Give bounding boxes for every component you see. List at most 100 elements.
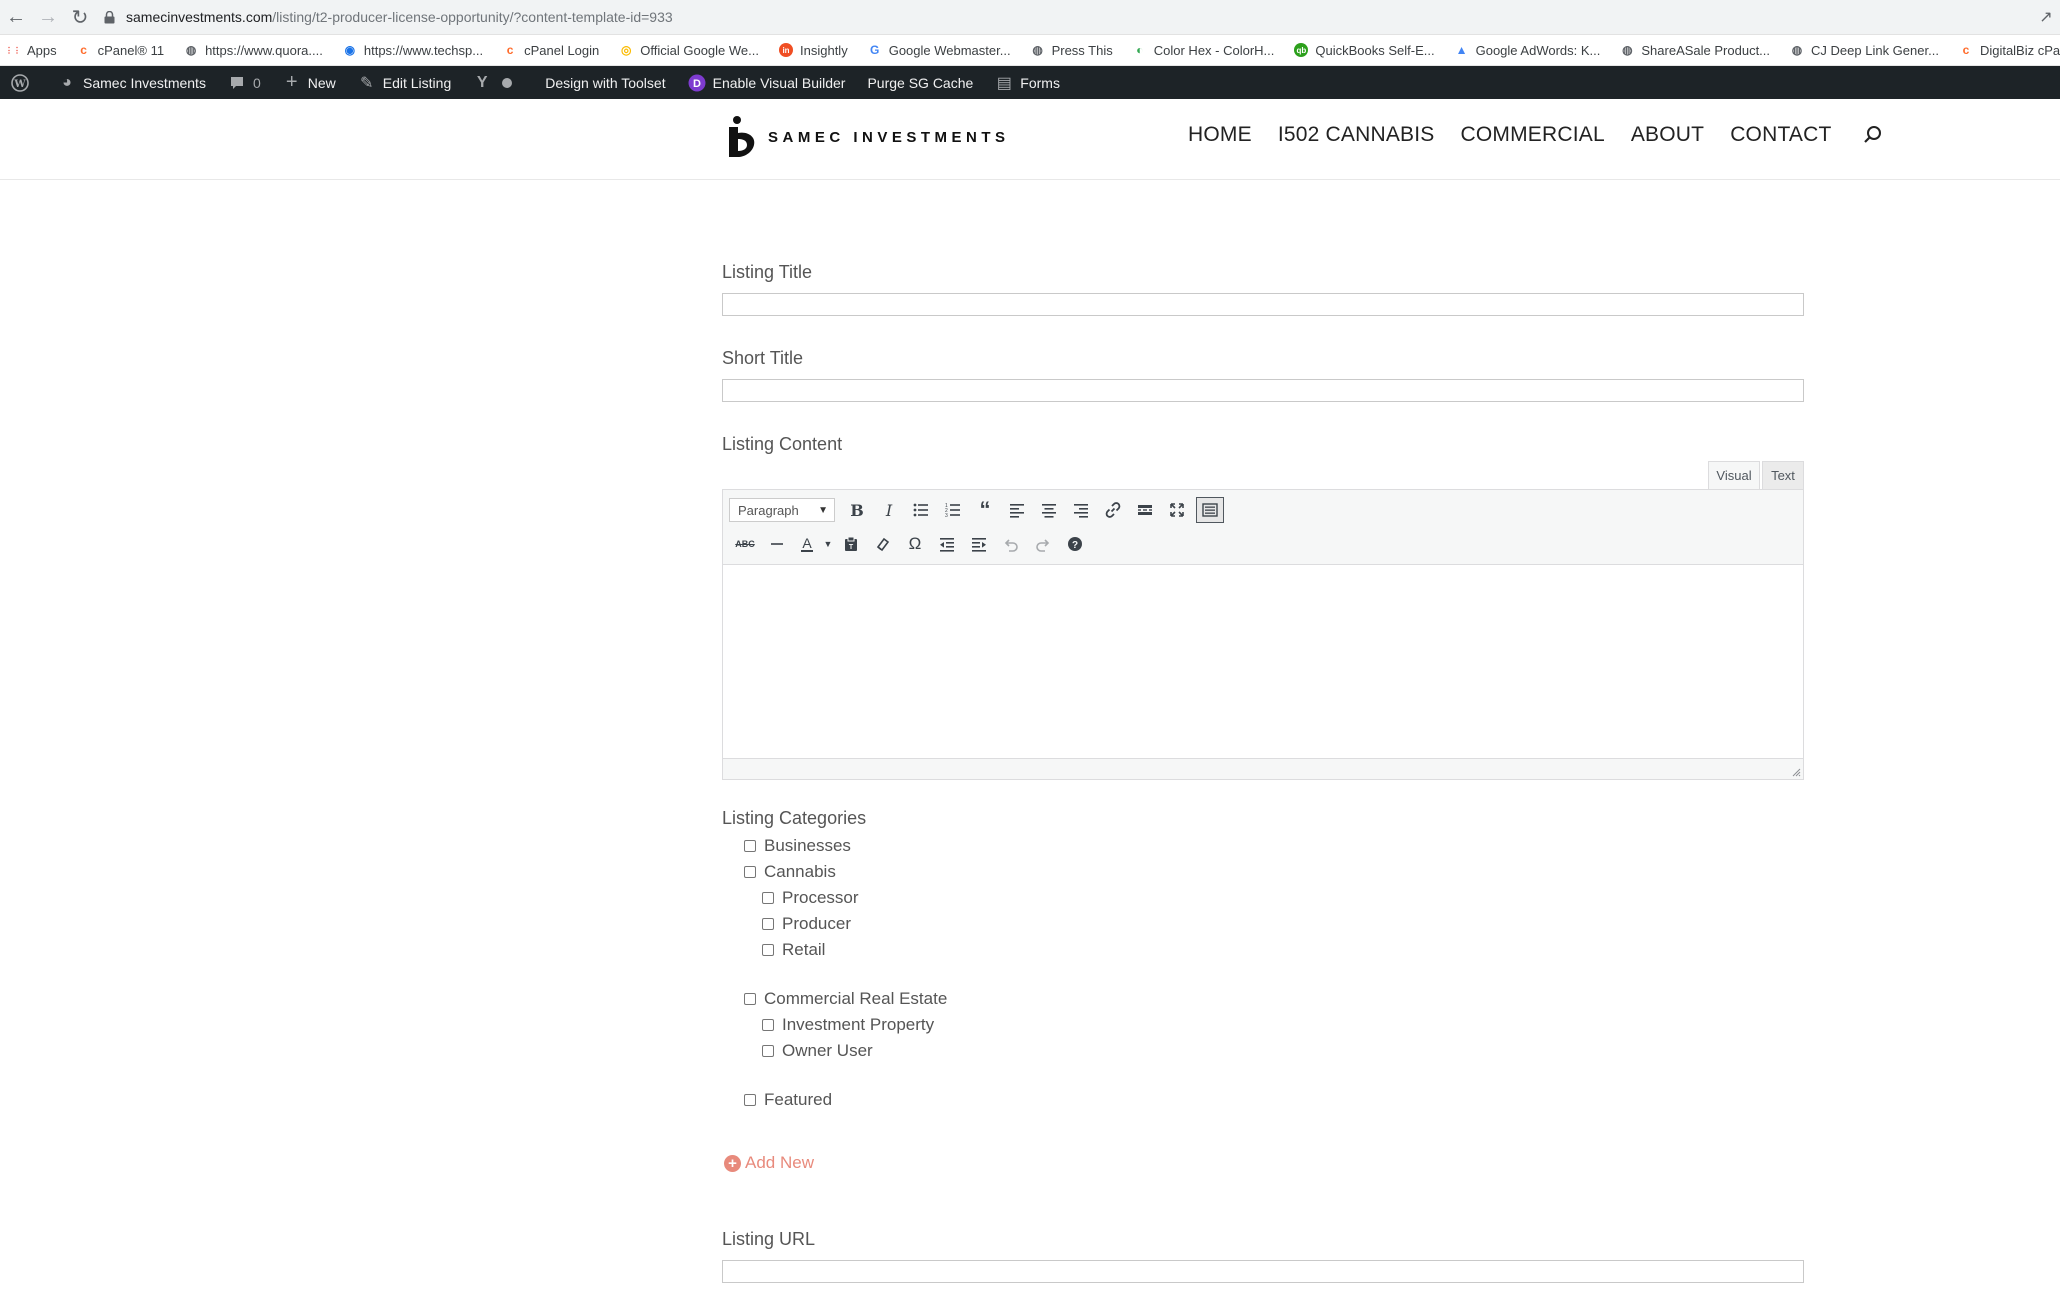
read-more-icon[interactable] bbox=[1129, 496, 1161, 524]
listing-form: Listing Title Short Title Listing Conten… bbox=[722, 262, 1804, 1283]
visual-builder-link[interactable]: D Enable Visual Builder bbox=[677, 66, 857, 99]
strikethrough-icon[interactable]: ABC bbox=[729, 530, 761, 558]
nav-contact[interactable]: CONTACT bbox=[1730, 123, 1831, 147]
bookmark-item[interactable]: qb QuickBooks Self-E... bbox=[1294, 43, 1435, 58]
horizontal-line-icon[interactable] bbox=[761, 530, 793, 558]
purge-cache-link[interactable]: Purge SG Cache bbox=[856, 66, 984, 99]
cpanel-icon: c bbox=[1962, 43, 1970, 57]
add-new-category-button[interactable]: + Add New bbox=[724, 1153, 1804, 1173]
nav-about[interactable]: ABOUT bbox=[1631, 123, 1704, 147]
format-select[interactable]: Paragraph ▼ bbox=[729, 498, 835, 522]
forward-icon[interactable]: → bbox=[32, 1, 64, 33]
editor-statusbar bbox=[723, 758, 1803, 779]
edit-listing-link[interactable]: ✎ Edit Listing bbox=[347, 66, 462, 99]
text-color-icon[interactable]: A bbox=[793, 530, 821, 558]
checkbox[interactable] bbox=[744, 1094, 756, 1106]
category-owner-user[interactable]: Owner User bbox=[722, 1038, 1804, 1064]
bookmark-item[interactable]: ▲ Google AdWords: K... bbox=[1455, 43, 1601, 58]
category-label: Businesses bbox=[764, 836, 851, 855]
tab-visual[interactable]: Visual bbox=[1708, 461, 1760, 489]
share-icon[interactable]: ↗ bbox=[2032, 7, 2060, 27]
checkbox[interactable] bbox=[744, 993, 756, 1005]
back-icon[interactable]: ← bbox=[0, 1, 32, 33]
reload-icon[interactable]: ↻ bbox=[64, 1, 96, 33]
blockquote-icon[interactable]: “ bbox=[969, 496, 1001, 524]
nav-commercial[interactable]: COMMERCIAL bbox=[1460, 123, 1604, 147]
paste-as-text-icon[interactable]: T bbox=[835, 530, 867, 558]
bookmark-item[interactable]: c cPanel Login bbox=[503, 43, 600, 58]
special-character-icon[interactable]: Ω bbox=[899, 530, 931, 558]
bulleted-list-icon[interactable] bbox=[905, 496, 937, 524]
outdent-icon[interactable] bbox=[931, 530, 963, 558]
forms-label: Forms bbox=[1020, 74, 1060, 91]
editor-content-area[interactable] bbox=[722, 565, 1804, 780]
bookmark-item[interactable]: ◎ Official Google We... bbox=[619, 43, 759, 58]
listing-content-label: Listing Content bbox=[722, 434, 843, 454]
chevron-down-icon[interactable]: ▼ bbox=[821, 530, 835, 558]
bold-icon[interactable]: B bbox=[841, 496, 873, 524]
category-processor[interactable]: Processor bbox=[722, 885, 1804, 911]
category-businesses[interactable]: Businesses bbox=[722, 833, 1804, 859]
fullscreen-icon[interactable] bbox=[1161, 496, 1193, 524]
plus-icon: + bbox=[285, 71, 298, 93]
bookmark-label: CJ Deep Link Gener... bbox=[1811, 42, 1939, 58]
category-cannabis[interactable]: Cannabis bbox=[722, 859, 1804, 885]
align-left-icon[interactable] bbox=[1001, 496, 1033, 524]
category-retail[interactable]: Retail bbox=[722, 937, 1804, 963]
category-commercial-real-estate[interactable]: Commercial Real Estate bbox=[722, 986, 1804, 1012]
listing-url-input[interactable] bbox=[722, 1260, 1804, 1283]
bookmark-item[interactable]: c cPanel® 11 bbox=[77, 43, 164, 58]
category-featured[interactable]: Featured bbox=[722, 1087, 1804, 1113]
numbered-list-icon[interactable]: 123 bbox=[937, 496, 969, 524]
italic-icon[interactable]: I bbox=[873, 496, 905, 524]
toolset-link[interactable]: Design with Toolset bbox=[534, 66, 676, 99]
tab-text[interactable]: Text bbox=[1762, 461, 1804, 489]
bookmark-item[interactable]: ◐ Color Hex - ColorH... bbox=[1133, 43, 1274, 58]
checkbox[interactable] bbox=[762, 944, 774, 956]
nav-home[interactable]: HOME bbox=[1188, 123, 1252, 147]
nav-i502-cannabis[interactable]: I502 CANNABIS bbox=[1278, 123, 1435, 147]
comments-menu[interactable]: 0 bbox=[217, 66, 272, 99]
checkbox[interactable] bbox=[744, 866, 756, 878]
bookmark-item[interactable]: ◍ CJ Deep Link Gener... bbox=[1790, 43, 1939, 58]
checkbox[interactable] bbox=[762, 892, 774, 904]
link-icon[interactable] bbox=[1097, 496, 1129, 524]
site-name-menu[interactable]: ◕ Samec Investments bbox=[47, 66, 217, 99]
undo-icon[interactable] bbox=[995, 530, 1027, 558]
bookmark-item[interactable]: ◍ https://www.quora.... bbox=[184, 43, 323, 58]
bookmark-item[interactable]: in Insightly bbox=[779, 43, 848, 58]
forms-menu[interactable]: ▤ Forms bbox=[984, 66, 1071, 99]
bookmark-item[interactable]: G Google Webmaster... bbox=[868, 43, 1011, 58]
resize-handle-icon[interactable] bbox=[1791, 767, 1801, 777]
clear-formatting-icon[interactable] bbox=[867, 530, 899, 558]
checkbox[interactable] bbox=[762, 918, 774, 930]
bookmark-item[interactable]: ◉ https://www.techsp... bbox=[343, 43, 483, 58]
search-icon[interactable] bbox=[1862, 124, 1884, 146]
divi-icon: D bbox=[688, 74, 706, 92]
category-producer[interactable]: Producer bbox=[722, 911, 1804, 937]
address-bar[interactable]: samecinvestments.com/listing/t2-producer… bbox=[104, 4, 2024, 30]
redo-icon[interactable] bbox=[1027, 530, 1059, 558]
site-logo[interactable]: SAMEC INVESTMENTS bbox=[724, 113, 1010, 161]
checkbox[interactable] bbox=[744, 840, 756, 852]
help-icon[interactable]: ? bbox=[1059, 530, 1091, 558]
bookmark-item[interactable]: ◍ ShareASale Product... bbox=[1620, 43, 1770, 58]
bookmark-item[interactable]: ◍ Press This bbox=[1031, 43, 1112, 58]
align-center-icon[interactable] bbox=[1033, 496, 1065, 524]
new-label: New bbox=[307, 74, 336, 91]
listing-title-input[interactable] bbox=[722, 293, 1804, 316]
yoast-icon: Y bbox=[476, 73, 488, 91]
align-right-icon[interactable] bbox=[1065, 496, 1097, 524]
category-investment-property[interactable]: Investment Property bbox=[722, 1012, 1804, 1038]
yoast-menu[interactable]: Y bbox=[462, 66, 534, 99]
checkbox[interactable] bbox=[762, 1019, 774, 1031]
checkbox[interactable] bbox=[762, 1045, 774, 1057]
wordpress-menu[interactable]: W bbox=[0, 66, 47, 99]
google-icon: ◎ bbox=[621, 43, 632, 57]
new-menu[interactable]: + New bbox=[272, 66, 347, 99]
short-title-input[interactable] bbox=[722, 379, 1804, 402]
indent-icon[interactable] bbox=[963, 530, 995, 558]
bookmark-item[interactable]: ⋮⋮ Apps bbox=[5, 43, 57, 58]
bookmark-item[interactable]: c DigitalBiz cPanel Lo... bbox=[1959, 43, 2060, 58]
toolbar-toggle-icon[interactable] bbox=[1196, 497, 1224, 523]
